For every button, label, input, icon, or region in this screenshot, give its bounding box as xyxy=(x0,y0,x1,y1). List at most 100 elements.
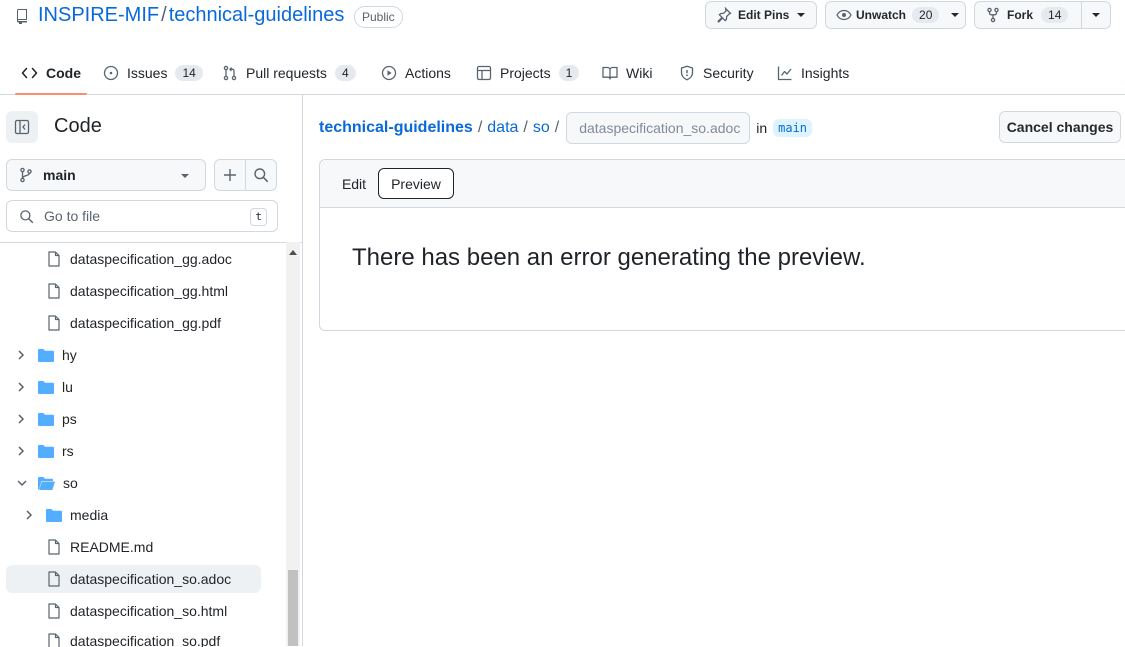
tree-item-folder[interactable]: media xyxy=(24,501,108,529)
tree-item-file[interactable]: dataspecification_gg.html xyxy=(48,277,228,305)
tab-insights[interactable]: Insights xyxy=(777,52,849,94)
breadcrumb-separator: / xyxy=(477,119,483,136)
repo-title: INSPIRE-MIF / technical-guidelines xyxy=(38,4,344,27)
chevron-right-icon xyxy=(16,349,26,361)
code-icon xyxy=(21,65,38,81)
scroll-up-arrow-icon[interactable] xyxy=(289,250,297,255)
file-icon xyxy=(48,633,60,647)
folder-icon xyxy=(38,380,54,394)
in-label: in xyxy=(756,120,768,136)
sidebar-collapse-icon xyxy=(14,119,30,135)
filename-input[interactable]: dataspecification_so.adoc xyxy=(566,112,751,144)
tab-edit[interactable]: Edit xyxy=(329,168,379,199)
breadcrumb-so-link[interactable]: so xyxy=(533,119,550,137)
visibility-badge: Public xyxy=(354,6,403,28)
tree-item-label: ps xyxy=(62,411,77,427)
projects-count: 1 xyxy=(558,65,580,81)
tab-pull-requests[interactable]: Pull requests 4 xyxy=(222,52,356,94)
play-icon xyxy=(381,65,397,81)
eye-icon xyxy=(836,7,852,23)
branch-name: main xyxy=(43,167,76,183)
tab-preview[interactable]: Preview xyxy=(378,168,454,199)
tree-item-label: dataspecification_so.adoc xyxy=(70,571,232,587)
chevron-down-icon xyxy=(1092,13,1100,17)
issue-icon xyxy=(103,65,119,81)
tab-code[interactable]: Code xyxy=(15,52,87,95)
tree-item-folder[interactable]: ps xyxy=(16,405,77,433)
tree-item-label: rs xyxy=(62,443,74,459)
file-icon xyxy=(48,539,60,555)
watch-count: 20 xyxy=(912,7,940,23)
tab-wiki-label: Wiki xyxy=(626,65,653,81)
cancel-changes-button[interactable]: Cancel changes xyxy=(999,111,1121,143)
repo-owner-link[interactable]: INSPIRE-MIF xyxy=(38,4,159,26)
file-tree-sidebar: Code main Go to file t dataspecification… xyxy=(0,95,303,647)
search-icon xyxy=(19,209,34,224)
repo-header: INSPIRE-MIF / technical-guidelines Public … xyxy=(0,0,1125,34)
tree-item-file[interactable]: README.md xyxy=(48,533,153,561)
tree-item-folder-open[interactable]: so xyxy=(16,469,78,497)
breadcrumb-separator: / xyxy=(523,119,528,136)
fork-label: Fork xyxy=(1007,8,1034,22)
breadcrumb-repo-link[interactable]: technical-guidelines xyxy=(319,119,473,137)
keyboard-shortcut-hint: t xyxy=(250,208,267,226)
add-file-button[interactable] xyxy=(214,159,246,191)
tree-item-folder[interactable]: hy xyxy=(16,341,77,369)
tab-insights-label: Insights xyxy=(801,65,850,81)
file-tree: dataspecification_gg.adoc dataspecificat… xyxy=(0,242,302,647)
repo-title-separator: / xyxy=(161,4,167,26)
tab-security[interactable]: Security xyxy=(679,52,754,94)
collapse-sidebar-button[interactable] xyxy=(6,111,38,143)
tab-projects[interactable]: Projects 1 xyxy=(476,52,580,94)
unwatch-button[interactable]: Unwatch 20 xyxy=(825,1,966,29)
tab-issues[interactable]: Issues 14 xyxy=(103,52,203,94)
tree-item-folder[interactable]: rs xyxy=(16,437,74,465)
tree-item-file[interactable]: dataspecification_so.html xyxy=(48,597,227,625)
chevron-right-icon xyxy=(16,445,26,457)
fork-button[interactable]: Fork 14 xyxy=(974,1,1082,29)
branch-chip: main xyxy=(773,119,813,137)
unwatch-label: Unwatch xyxy=(856,8,907,22)
file-icon xyxy=(48,283,60,299)
shield-icon xyxy=(679,65,695,81)
tab-pull-requests-label: Pull requests xyxy=(246,65,327,81)
go-to-file-input[interactable]: Go to file t xyxy=(6,200,278,232)
tab-actions[interactable]: Actions xyxy=(381,52,451,94)
chevron-down-icon xyxy=(951,13,960,17)
tree-item-file[interactable]: dataspecification_gg.adoc xyxy=(48,245,232,273)
repo-name-link[interactable]: technical-guidelines xyxy=(169,4,345,26)
tab-wiki[interactable]: Wiki xyxy=(602,52,652,94)
scrollbar-thumb[interactable] xyxy=(288,570,298,646)
table-icon xyxy=(476,65,492,81)
file-icon xyxy=(48,251,60,267)
tree-item-label: dataspecification_gg.html xyxy=(70,283,228,299)
tab-security-label: Security xyxy=(703,65,754,81)
chevron-down-icon xyxy=(797,13,806,17)
edit-pins-label: Edit Pins xyxy=(738,8,790,22)
file-icon xyxy=(48,315,60,331)
breadcrumb-data-link[interactable]: data xyxy=(487,119,518,137)
repo-icon xyxy=(14,8,30,24)
tree-item-file[interactable]: dataspecification_so.pdf xyxy=(48,627,220,647)
search-icon xyxy=(253,167,269,183)
chevron-down-icon xyxy=(16,477,28,489)
tree-item-folder[interactable]: lu xyxy=(16,373,73,401)
tree-item-label: lu xyxy=(62,379,73,395)
folder-icon xyxy=(38,412,54,426)
tree-item-file[interactable]: dataspecification_gg.pdf xyxy=(48,309,221,337)
pull-requests-count: 4 xyxy=(334,65,356,81)
edit-pins-button[interactable]: Edit Pins xyxy=(705,1,817,29)
sidebar-title: Code xyxy=(54,115,102,137)
tree-item-label: dataspecification_so.pdf xyxy=(70,633,221,647)
tab-code-label: Code xyxy=(46,65,81,81)
tree-item-label: dataspecification_so.html xyxy=(70,603,228,619)
branch-selector[interactable]: main xyxy=(6,159,206,191)
preview-error-message: There has been an error generating the p… xyxy=(352,244,866,271)
chevron-right-icon xyxy=(16,413,26,425)
chevron-right-icon xyxy=(24,509,34,521)
search-code-button[interactable] xyxy=(245,159,277,191)
fork-icon xyxy=(985,7,1001,23)
book-icon xyxy=(602,65,618,81)
fork-dropdown-button[interactable] xyxy=(1081,1,1111,29)
tree-item-file-selected[interactable]: dataspecification_so.adoc xyxy=(6,565,261,593)
